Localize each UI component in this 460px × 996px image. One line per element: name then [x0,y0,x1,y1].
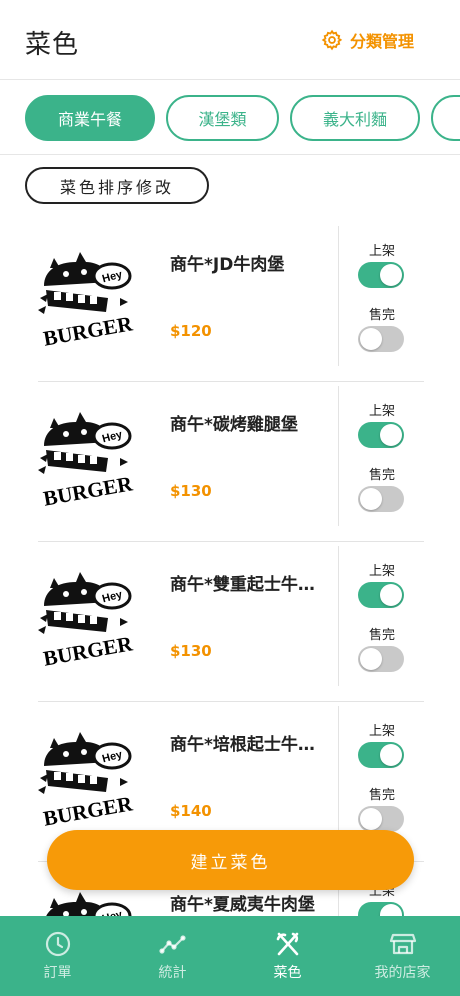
create-dish-button[interactable]: 建立菜色 [47,830,414,890]
store-icon [389,933,416,955]
divider [0,154,460,155]
bottom-nav: 訂單 統計 菜色 我的店家 [0,916,460,996]
sort-dishes-button[interactable]: 菜色排序修改 [25,167,209,204]
sold-out-label: 售完 [368,628,395,643]
dish-name: 商午*JD牛肉堡 [170,255,285,275]
divider [338,226,339,366]
dish-price: $120 [170,322,212,340]
burger-logo-image: HeyBURGER [38,252,135,351]
dish-price: $130 [170,482,212,500]
dish-name: 商午*夏威夷牛肉堡 [170,895,315,915]
dish-image: HeyBURGER [36,560,140,672]
logo-burger-text: BURGER [41,791,134,830]
burger-logo-image: HeyBURGER [38,412,135,511]
gear-icon [321,29,343,51]
dish-image: HeyBURGER [36,720,140,832]
nav-item-orders[interactable]: 訂單 [0,916,115,996]
on-shelf-label: 上架 [368,724,395,739]
on-shelf-toggle[interactable] [358,742,404,768]
nav-label: 統計 [158,965,187,981]
clock-icon [45,931,70,957]
logo-burger-text: BURGER [41,311,134,350]
on-shelf-toggle[interactable] [358,422,404,448]
dish-row[interactable]: Hey BURGER 商午*JD牛肉堡 $120 上架 售完 [0,222,460,382]
on-shelf-label: 上架 [368,404,395,419]
dish-name: 商午*碳烤雞腿堡 [170,415,298,435]
burger-logo-image: HeyBURGER [38,572,135,671]
logo-burger-text: BURGER [41,631,134,670]
divider [338,386,339,526]
sold-out-toggle[interactable] [358,326,404,352]
category-tab-lunch[interactable]: 商業午餐 [25,95,155,141]
divider [338,546,339,686]
category-manage-label: 分類管理 [349,32,414,51]
category-tab-pasta[interactable]: 義大利麵 [290,95,420,141]
dish-name: 商午*雙重起士牛… [170,575,315,595]
nav-label: 訂單 [43,965,72,981]
dish-row[interactable]: Hey BURGER 商午*碳烤雞腿堡 $130 上架 售完 [0,382,460,542]
on-shelf-label: 上架 [368,564,395,579]
category-tab-burger[interactable]: 漢堡類 [166,95,279,141]
on-shelf-toggle[interactable] [358,262,404,288]
logo-burger-text: BURGER [41,471,134,510]
dish-image: HeyBURGER [36,240,140,352]
nav-item-my-store[interactable]: 我的店家 [345,916,460,996]
sold-out-toggle[interactable] [358,806,404,832]
chart-line-icon [158,935,186,954]
dish-list: Hey BURGER 商午*JD牛肉堡 $120 上架 售完 Hey BURGER … [0,222,460,916]
nav-label: 菜色 [273,965,302,981]
category-tab-more[interactable] [431,95,460,141]
nav-label: 我的店家 [374,965,431,981]
burger-logo-image: HeyBURGER [38,732,135,831]
dish-price: $130 [170,642,212,660]
sold-out-toggle[interactable] [358,646,404,672]
category-manage-button[interactable]: 分類管理 [321,28,414,52]
sold-out-label: 售完 [368,788,395,803]
on-shelf-label: 上架 [368,244,395,259]
category-tabs: 商業午餐 漢堡類 義大利麵 [25,95,460,141]
page-title: 菜色 [25,30,80,60]
dish-row[interactable]: Hey BURGER 商午*雙重起士牛… $130 上架 售完 [0,542,460,702]
on-shelf-toggle[interactable] [358,582,404,608]
dish-name: 商午*培根起士牛… [170,735,315,755]
dish-price: $140 [170,802,212,820]
utensils-icon [276,932,298,956]
on-shelf-toggle[interactable] [358,902,404,916]
top-bar: 菜色 分類管理 [0,0,460,80]
divider [338,706,339,846]
sold-out-toggle[interactable] [358,486,404,512]
sold-out-label: 售完 [368,468,395,483]
sold-out-label: 售完 [368,308,395,323]
nav-item-dishes[interactable]: 菜色 [230,916,345,996]
nav-item-stats[interactable]: 統計 [115,916,230,996]
dish-image: HeyBURGER [36,400,140,512]
